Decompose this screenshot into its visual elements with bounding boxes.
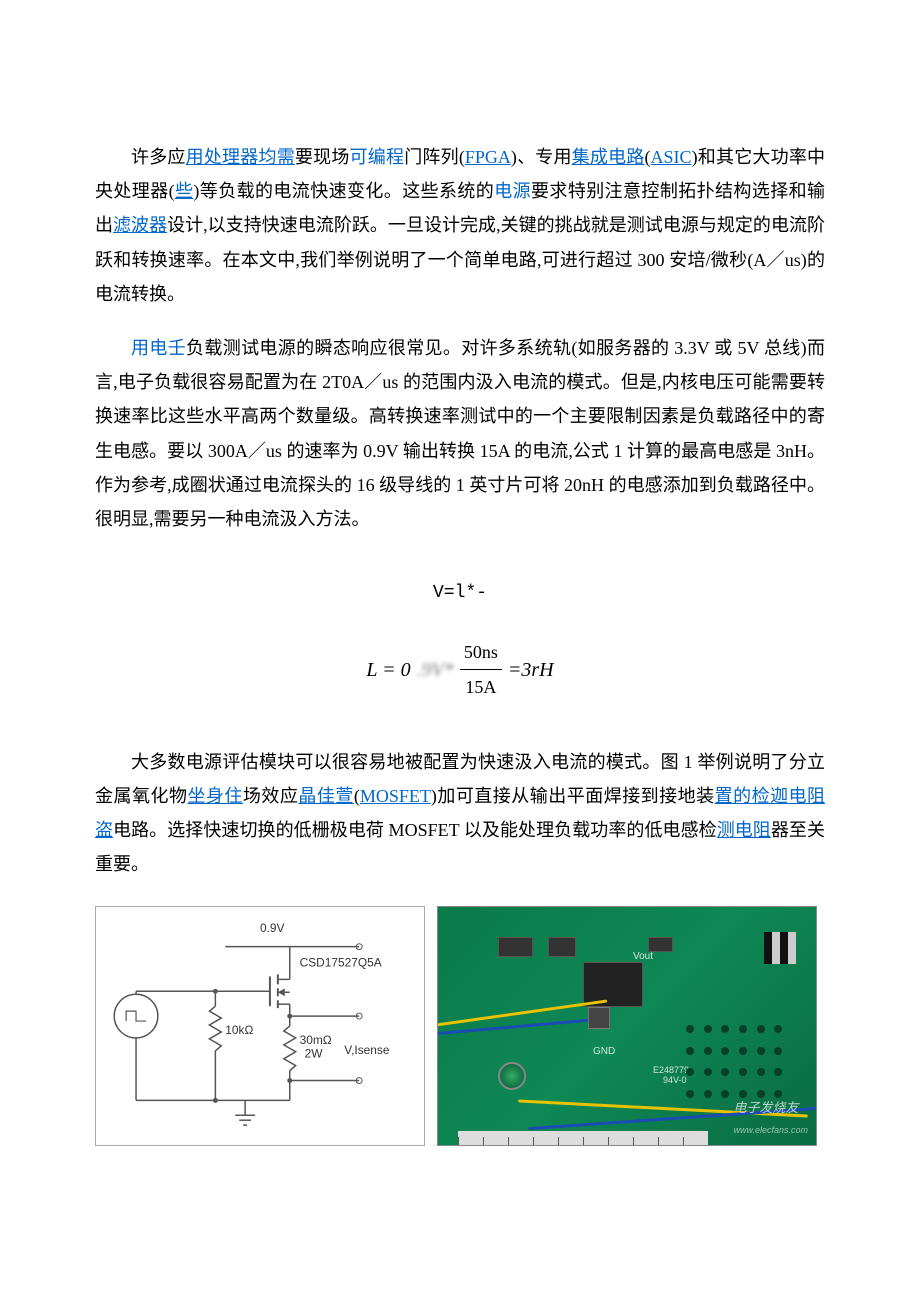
formula-block: V=l*- L = 0 .9V* 50ns 15A =3rH xyxy=(95,576,825,705)
paragraph-1: 许多应用处理器均需要现场可编程门阵列(FPGA)、专用集成电路(ASIC)和其它… xyxy=(95,140,825,311)
formula-rhs: =3rH xyxy=(508,651,554,689)
paragraph-2: 用电壬负载测试电源的瞬态响应很常见。对许多系统轨(如服务器的 3.3V 或 5V… xyxy=(95,331,825,536)
link-detect-resistor[interactable]: 测电阻 xyxy=(717,820,771,840)
formula-line-1: V=l*- xyxy=(95,576,825,610)
link-asic[interactable]: ASIC xyxy=(651,147,692,167)
figure-1: 0.9V CSD17527Q5A 10k xyxy=(95,906,825,1146)
link-processor[interactable]: 用处理器均需 xyxy=(186,147,295,167)
r1-label: 10kΩ xyxy=(225,1023,253,1037)
text: 门阵列( xyxy=(404,147,465,167)
formula-blurred: .9V* xyxy=(417,651,454,689)
link-mosfet-chars2[interactable]: 晶佳萱 xyxy=(298,786,353,806)
r2-value: 30mΩ xyxy=(300,1033,332,1047)
text: 电路。选择快速切换的低栅极电荷 MOSFET 以及能处理负载功率的低电感检 xyxy=(113,820,717,840)
text: )加可直接从输出平面焊接到接地装 xyxy=(431,786,715,806)
voltage-label: 0.9V xyxy=(260,921,285,935)
fraction-numerator: 50ns xyxy=(460,635,502,670)
text: 场效应 xyxy=(243,786,298,806)
schematic-diagram: 0.9V CSD17527Q5A 10k xyxy=(95,906,425,1146)
part-number: CSD17527Q5A xyxy=(300,956,382,970)
text: 设计,以支持快速电流阶跃。一旦设计完成,关键的挑战就是测试电源与规定的电流阶跃和… xyxy=(95,215,825,303)
text: 许多应 xyxy=(131,147,186,167)
link-mosfet[interactable]: MOSFET xyxy=(360,786,431,806)
link-mosfet-chars1[interactable]: 坐身住 xyxy=(187,786,242,806)
watermark: 电子发烧友 www.elecfans.com xyxy=(733,1096,808,1142)
pcb-photo: Vout GND E248779 94V-0 电子发烧友 www.elecfan… xyxy=(437,906,817,1146)
text: 要现场 xyxy=(295,147,350,167)
link-fpga[interactable]: FPGA xyxy=(465,147,511,167)
pcb-ruler xyxy=(458,1131,708,1145)
pcb-silkscreen-2: 94V-0 xyxy=(663,1072,687,1089)
pcb-gnd-label: GND xyxy=(593,1042,615,1061)
text: )、专用 xyxy=(511,147,572,167)
watermark-cn: 电子发烧友 xyxy=(733,1100,798,1115)
link-filter[interactable]: 滤波器 xyxy=(113,215,167,235)
vsense-label: V,Isense xyxy=(344,1043,390,1057)
formula-fraction: 50ns 15A xyxy=(460,635,502,704)
text-programmable: 可编程 xyxy=(350,147,405,167)
r2-power: 2W xyxy=(305,1047,324,1061)
pcb-qr-code xyxy=(764,932,796,964)
pcb-vout-label: Vout xyxy=(633,947,653,966)
paragraph-3: 大多数电源评估模块可以很容易地被配置为快速汲入电流的模式。图 1 举例说明了分立… xyxy=(95,745,825,882)
fraction-denominator: 15A xyxy=(461,670,500,704)
text-power: 电源 xyxy=(494,181,531,201)
link-cpu-char[interactable]: 些 xyxy=(175,181,194,201)
text: )等负载的电流快速变化。这些系统的 xyxy=(193,181,494,201)
formula-lhs: L = 0 xyxy=(366,651,410,689)
text: 负载测试电源的瞬态响应很常见。对许多系统轨(如服务器的 3.3V 或 5V 总线… xyxy=(95,338,825,529)
formula-line-2: L = 0 .9V* 50ns 15A =3rH xyxy=(366,635,553,704)
watermark-url: www.elecfans.com xyxy=(733,1125,808,1135)
text-electronic-load: 用电壬 xyxy=(131,338,186,358)
link-ic[interactable]: 集成电路 xyxy=(572,147,645,167)
